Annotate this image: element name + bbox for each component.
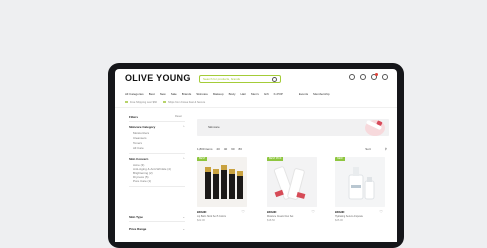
view-count-option[interactable]: 20 [217,147,220,151]
category-item[interactable]: All Care [133,146,144,150]
concern-title[interactable]: Skin Concern [129,157,148,161]
search-input[interactable]: Search for products, brands [199,75,281,83]
user-icon[interactable] [349,74,355,80]
nav-item-new[interactable]: New [160,92,166,96]
skin-type-title[interactable]: Skin Type [129,215,143,219]
nav-item-events[interactable]: Events [299,92,308,96]
search-placeholder: Search for products, brands [203,77,241,81]
browser-screen: OLIVE YOUNG Search for products, brands … [115,69,397,242]
product-name[interactable]: Hydrating Serum Ampoule [335,215,385,218]
category-title[interactable]: Skincare Category [129,125,155,129]
sort-dropdown[interactable]: Sort [365,147,371,151]
lipstick-set-image [197,157,247,207]
nav-item-hair[interactable]: Hair [240,92,246,96]
plane-icon [162,101,166,103]
product-image[interactable]: BEST [197,157,247,207]
product-price: $22.00 [197,219,205,222]
list-toolbar: 1,800 items 20 40 60 80 Sort ⚲ [197,147,389,153]
sidebar-divider [129,221,185,222]
chevron-down-icon[interactable]: ⌄ [182,227,185,231]
nav-item-body[interactable]: Body [229,92,236,96]
header-divider [115,107,397,108]
main-nav: All Categories Best New Sale Brands Skin… [125,92,330,96]
view-count-option[interactable]: 40 [224,147,227,151]
category-banner: Skincare [197,119,389,136]
banner-title: Skincare [208,125,220,129]
wishlist-heart-icon[interactable]: ♡ [241,210,245,214]
view-count-option[interactable]: 60 [231,147,234,151]
product-badge: BEST [197,157,208,161]
shipping-right: Ships from Korea Fast & Secure [167,101,206,104]
nav-item-best[interactable]: Best [149,92,155,96]
product-brand: BRAND [267,211,277,214]
product-image[interactable]: NEW [335,157,385,207]
view-count-option[interactable]: 80 [239,147,242,151]
concern-checkbox[interactable]: Pore Care (1) [133,179,151,183]
truck-icon [125,101,128,103]
product-price: $25.00 [335,219,343,222]
cream-tube-image [267,157,317,207]
nav-item-mens[interactable]: Men's [251,92,259,96]
banner-product-image [365,120,385,136]
category-item[interactable]: Cleansers [133,136,147,140]
product-card[interactable]: BEST PICK BRAND ♡ Moisture Cream Duo Set… [267,157,317,242]
globe-icon[interactable] [382,74,388,80]
product-price: $18.50 [267,219,275,222]
nav-item-kpop[interactable]: K-POP [274,92,283,96]
category-item[interactable]: Toners [133,141,142,145]
nav-item-sale[interactable]: Sale [171,92,177,96]
product-card[interactable]: BEST BRAND ♡ Lip Balm Stick Set 5 Colors… [197,157,247,242]
shipping-left: Free Shipping over $60 [130,101,157,104]
sidebar-divider [129,153,185,154]
category-item[interactable]: Moisturizers [133,131,149,135]
site-logo[interactable]: OLIVE YOUNG [125,73,191,83]
product-badge: NEW [335,157,345,161]
nav-item-skincare[interactable]: Skincare [196,92,208,96]
product-brand: BRAND [197,211,207,214]
nav-item-brands[interactable]: Brands [182,92,192,96]
product-grid: BEST BRAND ♡ Lip Balm Stick Set 5 Colors… [197,157,389,242]
filter-title: Filters [129,115,139,119]
product-badge: BEST PICK [267,157,284,161]
price-title[interactable]: Price Range [129,227,146,231]
heart-icon[interactable] [360,74,366,80]
filter-icon[interactable]: ⚲ [385,147,387,151]
shipping-info: Free Shipping over $60 Ships from Korea … [125,101,205,104]
sidebar-divider [129,186,185,187]
nav-item-gift[interactable]: Gift [264,92,269,96]
wishlist-heart-icon[interactable]: ♡ [311,210,315,214]
cart-icon[interactable] [371,73,378,80]
serum-bottle-image [335,157,385,207]
nav-item-all-categories[interactable]: All Categories [125,92,144,96]
nav-item-makeup[interactable]: Makeup [213,92,224,96]
product-name[interactable]: Moisture Cream Duo Set [267,215,317,218]
chevron-up-icon[interactable]: ⌃ [182,157,185,161]
product-card[interactable]: NEW BRAND ♡ Hydrating Serum Ampoule $25.… [335,157,385,242]
site-header: OLIVE YOUNG Search for products, brands [115,69,397,89]
nav-item-membership[interactable]: Membership [313,92,330,96]
chevron-down-icon[interactable]: ⌄ [182,215,185,219]
search-icon[interactable] [272,77,277,82]
wishlist-heart-icon[interactable]: ♡ [379,210,383,214]
product-brand: BRAND [335,211,345,214]
item-count: 1,800 items [197,147,213,151]
product-name[interactable]: Lip Balm Stick Set 5 Colors [197,215,247,218]
product-image[interactable]: BEST PICK [267,157,317,207]
sidebar-divider [129,121,185,122]
reset-filter-button[interactable]: Reset [175,115,182,118]
chevron-up-icon[interactable]: ⌃ [182,125,185,129]
